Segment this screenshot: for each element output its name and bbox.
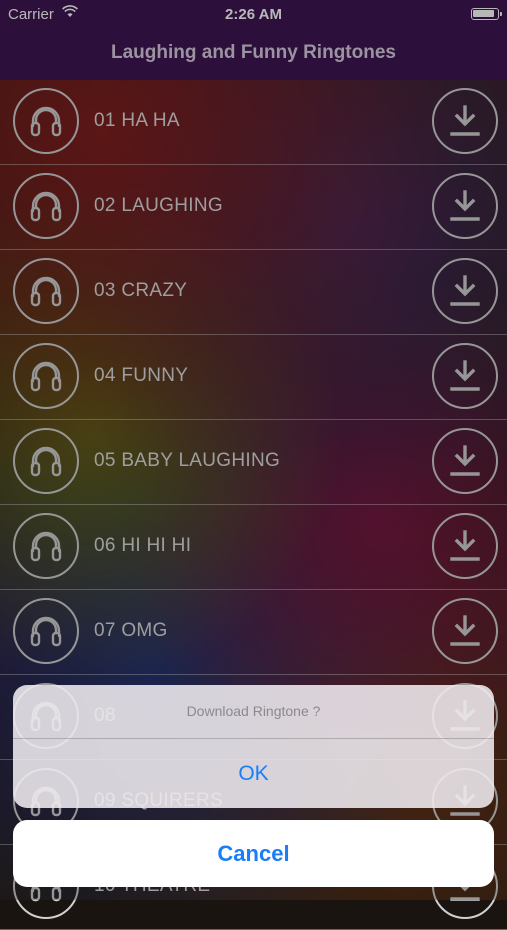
ok-button[interactable]: OK [13, 739, 494, 808]
action-sheet: Download Ringtone ? OK [13, 685, 494, 808]
action-sheet-message: Download Ringtone ? [13, 685, 494, 739]
cancel-button[interactable]: Cancel [13, 820, 494, 887]
